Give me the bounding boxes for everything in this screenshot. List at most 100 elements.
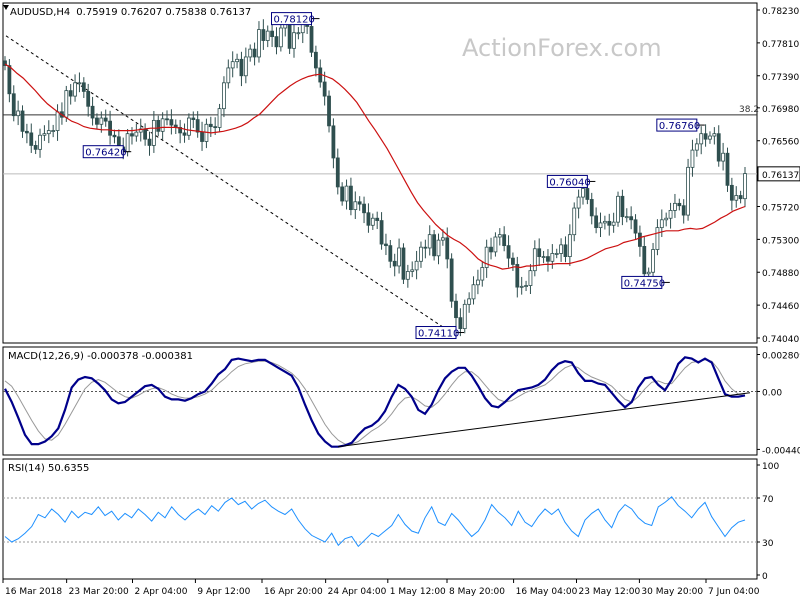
candle-body bbox=[331, 125, 336, 159]
candle-body bbox=[187, 117, 191, 136]
candle-body bbox=[195, 119, 200, 133]
candle-body bbox=[99, 117, 104, 125]
candle-body bbox=[563, 244, 568, 257]
candle-body bbox=[414, 260, 419, 271]
candle-body bbox=[169, 119, 174, 126]
candle-body bbox=[95, 117, 99, 125]
candle-body bbox=[502, 234, 507, 247]
candle-body bbox=[567, 234, 572, 257]
candle-body bbox=[68, 90, 73, 97]
candle-body bbox=[624, 216, 629, 219]
candle-body bbox=[375, 217, 380, 221]
macd-tick-label: -0.004403 bbox=[762, 446, 800, 456]
candle-body bbox=[703, 133, 708, 140]
rsi-tick-label: 30 bbox=[762, 539, 774, 549]
candle-body bbox=[655, 227, 660, 250]
candle-body bbox=[64, 90, 69, 118]
candle-body bbox=[55, 111, 60, 131]
candle-body bbox=[519, 285, 524, 288]
candle-body bbox=[581, 188, 585, 198]
candle-body bbox=[252, 48, 257, 58]
candle-body bbox=[143, 128, 148, 140]
candle-body bbox=[147, 138, 152, 146]
candle-body bbox=[309, 26, 314, 53]
candle-body bbox=[458, 317, 463, 330]
candle-body bbox=[270, 30, 275, 38]
candle-body bbox=[616, 195, 620, 223]
candle-body bbox=[392, 260, 397, 267]
price-annotation-label: 0.74110 bbox=[418, 329, 459, 340]
time-tick-label: 30 May 20:00 bbox=[641, 587, 703, 597]
candle-body bbox=[576, 196, 581, 209]
candle-body bbox=[322, 81, 327, 97]
candle-body bbox=[46, 130, 51, 135]
candle-body bbox=[230, 61, 235, 69]
candle-body bbox=[370, 217, 375, 226]
candle-body bbox=[462, 303, 467, 330]
price-tick-label: 0.74040 bbox=[762, 335, 799, 345]
candle-body bbox=[217, 108, 222, 128]
price-annotation-label: 0.78120 bbox=[274, 15, 315, 26]
time-tick-label: 23 May 12:00 bbox=[579, 587, 641, 597]
candle-body bbox=[497, 234, 502, 238]
candle-body bbox=[721, 152, 726, 162]
candle-body bbox=[699, 133, 704, 145]
candle-body bbox=[471, 284, 476, 300]
candle-body bbox=[743, 173, 747, 200]
candle-body bbox=[467, 298, 472, 305]
candle-body bbox=[480, 267, 485, 281]
symbol-info: AUDUSD,H4 0.75919 0.76207 0.75838 0.76137 bbox=[10, 7, 251, 18]
candle-body bbox=[598, 222, 603, 229]
candle-body bbox=[489, 246, 493, 253]
candle-body bbox=[712, 133, 717, 137]
candle-body bbox=[475, 279, 480, 286]
candle-body bbox=[349, 185, 353, 211]
candle-body bbox=[208, 123, 213, 128]
candle-body bbox=[694, 143, 699, 151]
candle-body bbox=[160, 118, 165, 132]
candle-body bbox=[594, 215, 599, 229]
candle-body bbox=[257, 29, 261, 58]
candle-body bbox=[607, 220, 612, 226]
candle-body bbox=[528, 270, 533, 286]
candle-body bbox=[33, 145, 38, 150]
candle-body bbox=[248, 48, 253, 58]
candle-body bbox=[397, 247, 401, 267]
candle-body bbox=[103, 117, 108, 122]
candle-body bbox=[222, 82, 226, 110]
price-tick-label: 0.76560 bbox=[762, 138, 799, 148]
price-tick-label: 0.76980 bbox=[762, 105, 799, 115]
candle-body bbox=[379, 220, 384, 245]
price-tick-label: 0.75720 bbox=[762, 203, 799, 213]
candle-body bbox=[638, 232, 642, 247]
time-tick-label: 8 May 20:00 bbox=[449, 587, 505, 597]
rsi-pane-frame bbox=[2, 458, 758, 580]
price-tick-label: 0.77390 bbox=[762, 73, 799, 83]
candle-body bbox=[77, 82, 82, 85]
candle-body bbox=[287, 22, 292, 49]
candle-body bbox=[734, 195, 739, 201]
candle-body bbox=[340, 186, 345, 202]
price-annotation-label: 0.76420 bbox=[85, 148, 126, 159]
candle-body bbox=[716, 133, 721, 162]
candle-body bbox=[445, 237, 450, 260]
candle-body bbox=[506, 245, 511, 259]
candle-body bbox=[226, 67, 231, 84]
time-tick-label: 24 Apr 04:00 bbox=[328, 587, 387, 597]
chart-svg: ActionForex.com AUDUSD,H4 0.75919 0.76207… bbox=[2, 2, 800, 597]
candle-body bbox=[42, 133, 47, 136]
candle-body bbox=[532, 248, 537, 272]
chart-window: ActionForex.com AUDUSD,H4 0.75919 0.76207… bbox=[0, 0, 800, 600]
macd-title: MACD(12,26,9) -0.000378 -0.000381 bbox=[8, 351, 193, 362]
candle-body bbox=[130, 133, 134, 137]
candle-body bbox=[690, 149, 695, 168]
candle-body bbox=[243, 56, 248, 77]
watermark: ActionForex.com bbox=[462, 34, 662, 62]
price-tick-label: 0.78230 bbox=[762, 7, 799, 17]
candle-body bbox=[112, 134, 117, 138]
candle-body bbox=[362, 203, 366, 214]
candle-body bbox=[292, 32, 296, 49]
candle-body bbox=[213, 126, 218, 129]
candle-body bbox=[235, 58, 239, 63]
candle-body bbox=[156, 119, 161, 132]
